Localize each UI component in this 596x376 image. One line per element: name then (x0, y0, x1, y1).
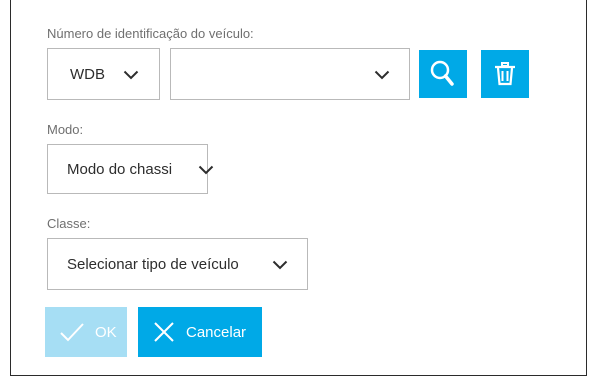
vehicle-class-value: Selecionar tipo de veículo (67, 256, 239, 273)
chevron-down-icon (374, 70, 390, 80)
check-icon (60, 323, 84, 342)
delete-button[interactable] (481, 50, 529, 98)
chevron-down-icon (198, 165, 214, 175)
close-icon (154, 322, 174, 342)
chevron-down-icon (123, 70, 139, 80)
vehicle-class-select[interactable]: Selecionar tipo de veículo (47, 238, 308, 290)
chevron-down-icon (272, 260, 288, 270)
trash-icon (495, 62, 515, 86)
class-label: Classe: (47, 216, 91, 231)
vin-prefix-select[interactable]: WDB (47, 48, 160, 100)
vin-number-select[interactable] (170, 48, 410, 100)
vin-prefix-value: WDB (70, 66, 105, 83)
cancel-label: Cancelar (186, 323, 247, 341)
search-button[interactable] (419, 50, 467, 98)
mode-label: Modo: (47, 122, 84, 137)
vin-label: Número de identificação do veículo: (47, 26, 254, 41)
ok-label: OK (95, 323, 117, 341)
ok-button[interactable]: OK (45, 307, 127, 357)
cancel-button[interactable]: Cancelar (138, 307, 262, 357)
mode-value: Modo do chassi (67, 161, 173, 178)
vehicle-search-dialog: Número de identificação do veículo: WDB … (10, 0, 587, 376)
mode-select[interactable]: Modo do chassi (47, 144, 214, 194)
search-icon (430, 60, 454, 86)
